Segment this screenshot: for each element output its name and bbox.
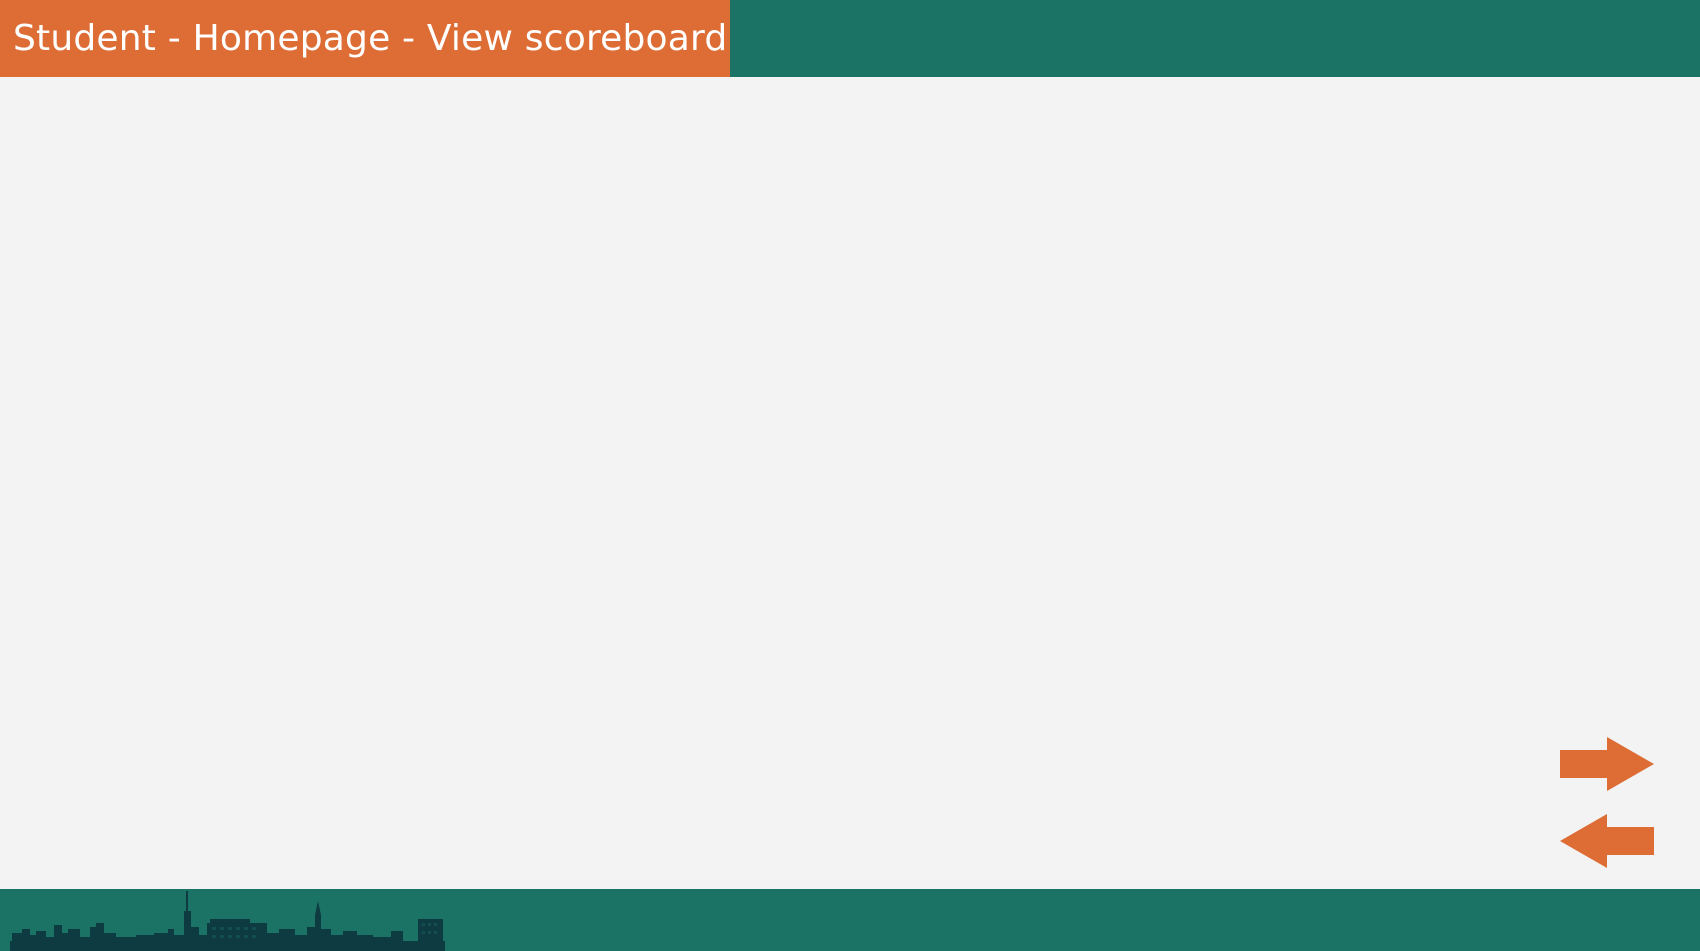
previous-button[interactable] <box>1560 814 1654 868</box>
slide-page: Student - Homepage - View scoreboard <box>0 0 1700 951</box>
arrow-right-icon <box>1560 737 1654 791</box>
arrow-left-icon <box>1560 814 1654 868</box>
header-bar: Student - Homepage - View scoreboard <box>0 0 1700 77</box>
city-skyline-icon <box>10 891 445 951</box>
title-banner: Student - Homepage - View scoreboard <box>0 0 730 77</box>
next-button[interactable] <box>1560 737 1654 791</box>
page-title: Student - Homepage - View scoreboard <box>13 18 728 59</box>
footer-bar <box>0 889 1700 951</box>
main-content-area <box>0 77 1700 889</box>
